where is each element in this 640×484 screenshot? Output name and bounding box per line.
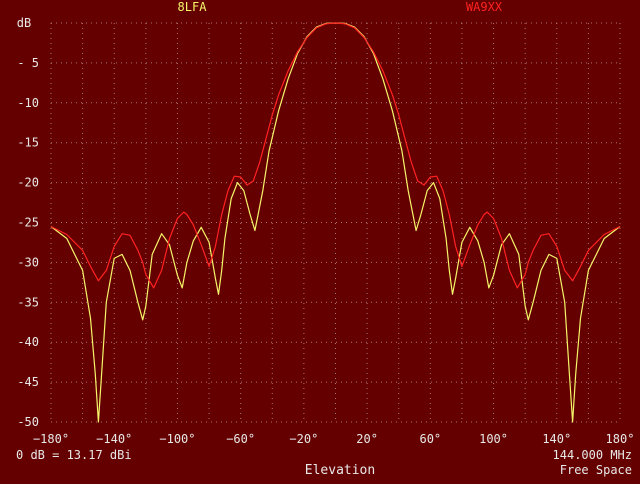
frequency-text: 144.000 MHz bbox=[553, 448, 632, 462]
y-tick-label: -15 bbox=[17, 136, 39, 150]
x-tick-label: −140° bbox=[96, 432, 132, 446]
y-tick-label: -50 bbox=[17, 415, 39, 429]
plot-canvas: dB - 5 -10 -15 -20 -25 -30 -35 -40 -45 -50 −180° −14… bbox=[0, 0, 640, 480]
y-tick-label: -10 bbox=[17, 96, 39, 110]
x-tick-label: −180° bbox=[33, 432, 69, 446]
x-tick-label: 180° bbox=[606, 432, 635, 446]
y-tick-label: -25 bbox=[17, 216, 39, 230]
environment-text: Free Space bbox=[560, 463, 632, 477]
y-tick-label: -20 bbox=[17, 176, 39, 190]
x-tick-label: 100° bbox=[479, 432, 508, 446]
y-tick-label: -30 bbox=[17, 255, 39, 269]
legend-label-8lfa: 8LFA bbox=[178, 0, 208, 14]
legend-label-wa9xx: WA9XX bbox=[466, 0, 503, 14]
x-tick-label: 140° bbox=[542, 432, 571, 446]
plot-background bbox=[0, 0, 640, 480]
x-tick-label: −20° bbox=[289, 432, 318, 446]
x-tick-label: −100° bbox=[159, 432, 195, 446]
gain-reference-text: 0 dB = 13.17 dBi bbox=[16, 448, 132, 462]
x-tick-label: 20° bbox=[356, 432, 378, 446]
y-axis-unit-label: dB bbox=[17, 16, 31, 30]
x-tick-label: 60° bbox=[419, 432, 441, 446]
x-tick-label: −60° bbox=[226, 432, 255, 446]
y-tick-label: - 5 bbox=[17, 56, 39, 70]
y-tick-label: -40 bbox=[17, 335, 39, 349]
elevation-pattern-plot: dB - 5 -10 -15 -20 -25 -30 -35 -40 -45 -50 −180° −14… bbox=[0, 0, 640, 480]
x-axis-title: Elevation bbox=[305, 463, 375, 478]
y-tick-label: -45 bbox=[17, 375, 39, 389]
y-tick-label: -35 bbox=[17, 295, 39, 309]
